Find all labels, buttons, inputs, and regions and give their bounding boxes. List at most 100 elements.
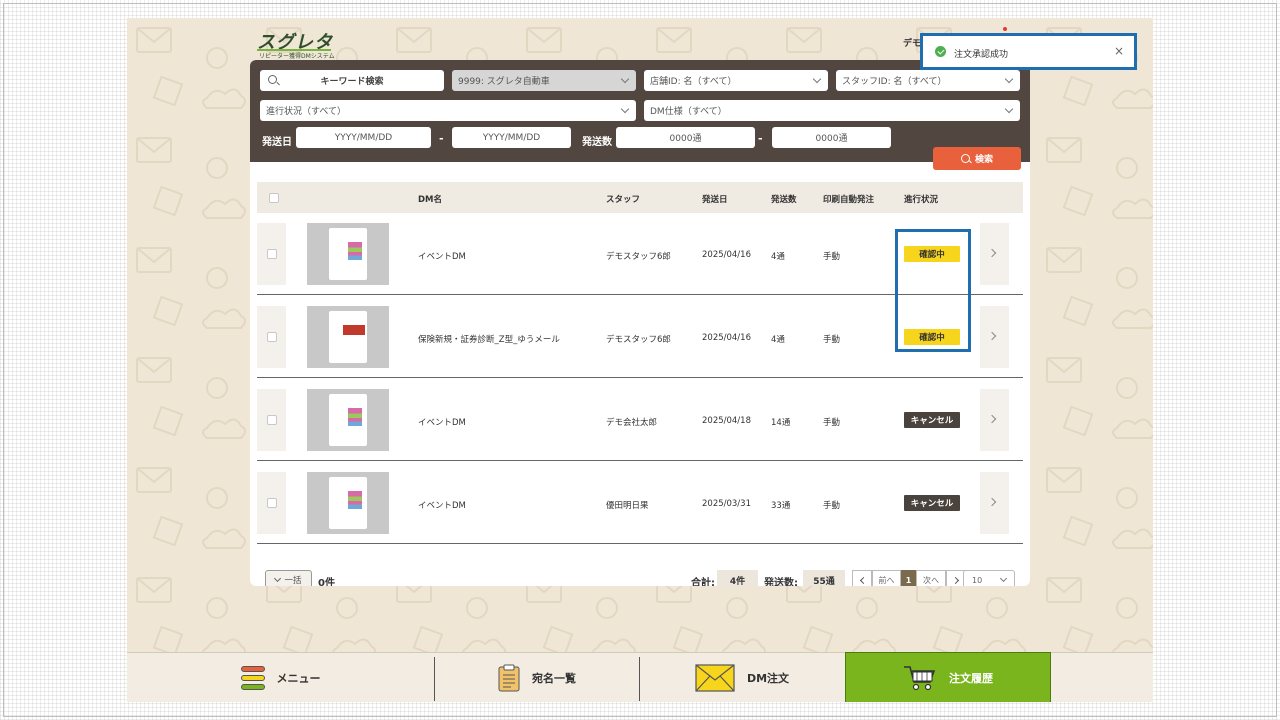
send-total-label: 発送数: bbox=[764, 578, 798, 586]
count-to-input[interactable]: 0000通 bbox=[772, 127, 891, 148]
nav-menu[interactable]: メニュー bbox=[127, 653, 434, 702]
bulk-action-button[interactable]: 一括 bbox=[265, 570, 312, 586]
row-detail-button[interactable] bbox=[980, 306, 1009, 368]
row-checkbox[interactable] bbox=[267, 332, 277, 342]
chevron-down-icon bbox=[620, 74, 630, 84]
dm-thumbnail bbox=[307, 472, 389, 534]
nav-dm-order[interactable]: DM注文 bbox=[640, 653, 844, 702]
progress-select-value: 進行状況（すべて） bbox=[266, 107, 347, 117]
row-checkbox-cell bbox=[257, 472, 286, 534]
status-badge: キャンセル bbox=[904, 412, 960, 428]
clipboard-icon bbox=[498, 664, 520, 692]
table-header: DM名 スタッフ 発送日 発送数 印刷自動発注 進行状況 bbox=[257, 182, 1023, 213]
dm-spec-select-value: DM仕様（すべて） bbox=[650, 107, 727, 117]
user-name[interactable]: デモ bbox=[903, 36, 921, 49]
count-to-placeholder: 0000通 bbox=[815, 134, 848, 144]
chevron-down-icon bbox=[812, 74, 822, 84]
header-dm-name: DM名 bbox=[418, 195, 443, 205]
count-from-placeholder: 0000通 bbox=[669, 134, 702, 144]
shopping-cart-icon bbox=[904, 665, 936, 690]
selected-count: 0件 bbox=[318, 578, 335, 586]
chevron-down-icon bbox=[274, 574, 282, 583]
bulk-label: 一括 bbox=[284, 576, 302, 586]
search-button[interactable]: 検索 bbox=[933, 147, 1021, 170]
header-status: 進行状況 bbox=[904, 195, 939, 205]
nav-order-history-label: 注文履歴 bbox=[949, 671, 993, 685]
cell-auto-print: 手動 bbox=[823, 252, 841, 262]
bottom-nav: メニュー 宛名一覧 DM注文 注文履歴 bbox=[127, 652, 1153, 702]
progress-select[interactable]: 進行状況（すべて） bbox=[260, 100, 636, 121]
send-date-label: 発送日 bbox=[262, 137, 292, 148]
date-to-input[interactable]: YYYY/MM/DD bbox=[452, 127, 571, 148]
check-circle-icon bbox=[935, 46, 946, 57]
cell-staff: デモ会社太郎 bbox=[606, 418, 658, 428]
row-checkbox-cell bbox=[257, 223, 286, 285]
logo: スグレタ リピーター獲得DMシステム bbox=[257, 28, 337, 60]
status-badge: キャンセル bbox=[904, 495, 960, 511]
cell-dm-name: イベントDM bbox=[418, 501, 466, 511]
dm-thumbnail-page bbox=[329, 228, 367, 280]
search-icon bbox=[960, 154, 970, 163]
table-row: イベントDM 優田明日果 2025/03/31 33通 手動 キャンセル bbox=[257, 462, 1023, 544]
header-auto-print: 印刷自動発注 bbox=[823, 195, 875, 205]
prev-button[interactable]: 前へ bbox=[872, 570, 901, 586]
header-send-count: 発送数 bbox=[771, 195, 797, 205]
row-detail-button[interactable] bbox=[980, 223, 1009, 285]
page-1-button[interactable]: 1 bbox=[901, 570, 916, 586]
company-select[interactable]: 9999: スグレタ自動車 bbox=[452, 70, 636, 91]
cell-send-date: 2025/03/31 bbox=[702, 499, 751, 509]
cell-send-date: 2025/04/16 bbox=[702, 333, 751, 343]
row-checkbox[interactable] bbox=[267, 415, 277, 425]
success-toast: 注文承認成功 × bbox=[920, 33, 1137, 70]
status-highlight-box bbox=[895, 229, 971, 352]
total-value: 4件 bbox=[717, 570, 758, 586]
chevron-right-icon bbox=[951, 576, 959, 584]
nav-address-list[interactable]: 宛名一覧 bbox=[435, 653, 639, 702]
header-staff: スタッフ bbox=[606, 195, 641, 205]
cell-auto-print: 手動 bbox=[823, 418, 841, 428]
select-all-checkbox[interactable] bbox=[269, 193, 279, 203]
next-button[interactable]: 次へ bbox=[916, 570, 946, 586]
row-checkbox-cell bbox=[257, 306, 286, 368]
close-icon[interactable]: × bbox=[1114, 44, 1124, 58]
nav-dm-order-label: DM注文 bbox=[746, 672, 790, 685]
nav-order-history[interactable]: 注文履歴 bbox=[845, 652, 1051, 702]
cell-auto-print: 手動 bbox=[823, 335, 841, 345]
row-checkbox[interactable] bbox=[267, 498, 277, 508]
row-checkbox-cell bbox=[257, 389, 286, 451]
prev-arrow-button[interactable] bbox=[852, 570, 872, 586]
cell-dm-name: イベントDM bbox=[418, 418, 466, 428]
row-detail-button[interactable] bbox=[980, 472, 1009, 534]
row-checkbox[interactable] bbox=[267, 249, 277, 259]
staff-select[interactable]: スタッフID: 名（すべて） bbox=[836, 70, 1020, 91]
dm-thumbnail-page bbox=[329, 394, 367, 446]
cell-send-date: 2025/04/18 bbox=[702, 416, 751, 426]
dm-thumbnail-art bbox=[343, 325, 365, 335]
table-row: イベントDM デモ会社太郎 2025/04/18 14通 手動 キャンセル bbox=[257, 379, 1023, 461]
row-detail-button[interactable] bbox=[980, 389, 1009, 451]
total-label: 合計: bbox=[691, 578, 715, 586]
date-from-input[interactable]: YYYY/MM/DD bbox=[296, 127, 431, 148]
chevron-down-icon bbox=[1004, 74, 1014, 84]
cell-send-count: 33通 bbox=[771, 501, 791, 511]
chevron-down-icon bbox=[999, 574, 1008, 583]
dm-thumbnail-art bbox=[348, 491, 362, 509]
cell-send-count: 4通 bbox=[771, 335, 785, 345]
nav-menu-label: メニュー bbox=[276, 672, 321, 685]
dm-thumbnail bbox=[307, 389, 389, 451]
toast-message: 注文承認成功 bbox=[954, 50, 1009, 60]
dm-thumbnail-art bbox=[348, 408, 362, 426]
keyword-search-input[interactable]: キーワード検索 bbox=[260, 70, 444, 91]
send-total-value: 55通 bbox=[803, 570, 845, 586]
cell-dm-name: 保険新規・証券診断_Z型_ゆうメール bbox=[418, 335, 560, 345]
nav-address-list-label: 宛名一覧 bbox=[532, 672, 576, 685]
per-page-select[interactable]: 10 bbox=[963, 570, 1015, 586]
date-from-placeholder: YYYY/MM/DD bbox=[334, 132, 393, 143]
dm-thumbnail-page bbox=[329, 311, 367, 363]
chevron-down-icon bbox=[620, 104, 630, 114]
search-icon bbox=[268, 75, 277, 84]
dm-spec-select[interactable]: DM仕様（すべて） bbox=[644, 100, 1020, 121]
store-select[interactable]: 店舗ID: 名（すべて） bbox=[644, 70, 828, 91]
per-page-value: 10 bbox=[972, 575, 983, 585]
count-from-input[interactable]: 0000通 bbox=[616, 127, 755, 148]
